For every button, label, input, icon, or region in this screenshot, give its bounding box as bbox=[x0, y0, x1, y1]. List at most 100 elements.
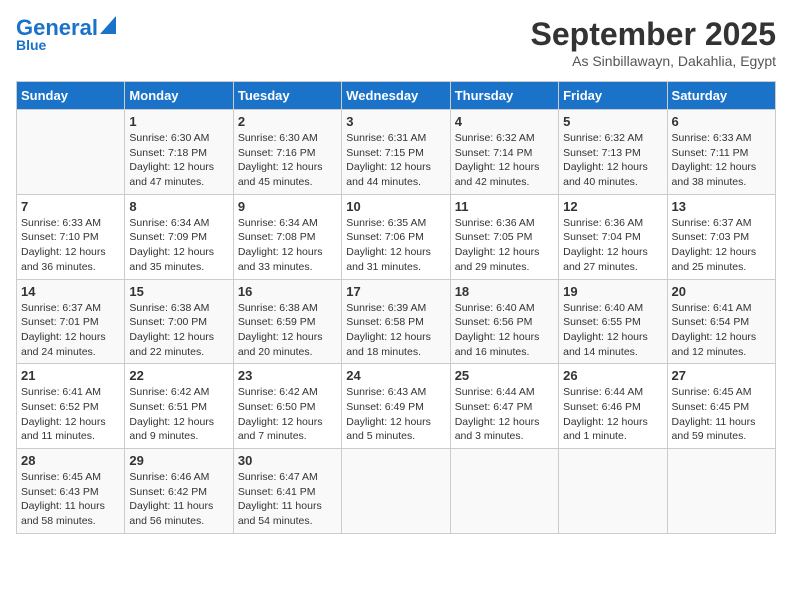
logo-general-text: General bbox=[16, 15, 98, 40]
calendar-cell bbox=[342, 449, 450, 534]
day-number: 20 bbox=[672, 284, 771, 299]
calendar-table: SundayMondayTuesdayWednesdayThursdayFrid… bbox=[16, 81, 776, 534]
calendar-cell bbox=[17, 110, 125, 195]
day-info: Sunrise: 6:34 AM Sunset: 7:08 PM Dayligh… bbox=[238, 216, 337, 275]
day-info: Sunrise: 6:36 AM Sunset: 7:05 PM Dayligh… bbox=[455, 216, 554, 275]
day-number: 16 bbox=[238, 284, 337, 299]
calendar-cell: 14 Sunrise: 6:37 AM Sunset: 7:01 PM Dayli… bbox=[17, 279, 125, 364]
day-number: 12 bbox=[563, 199, 662, 214]
calendar-cell: 4 Sunrise: 6:32 AM Sunset: 7:14 PM Daylig… bbox=[450, 110, 558, 195]
calendar-cell: 12 Sunrise: 6:36 AM Sunset: 7:04 PM Dayli… bbox=[559, 194, 667, 279]
calendar-cell: 29 Sunrise: 6:46 AM Sunset: 6:42 PM Dayli… bbox=[125, 449, 233, 534]
logo: General Blue bbox=[16, 16, 116, 53]
calendar-week-row: 28 Sunrise: 6:45 AM Sunset: 6:43 PM Dayli… bbox=[17, 449, 776, 534]
calendar-cell: 28 Sunrise: 6:45 AM Sunset: 6:43 PM Dayli… bbox=[17, 449, 125, 534]
day-number: 29 bbox=[129, 453, 228, 468]
calendar-cell: 11 Sunrise: 6:36 AM Sunset: 7:05 PM Dayli… bbox=[450, 194, 558, 279]
weekday-header-saturday: Saturday bbox=[667, 82, 775, 110]
calendar-cell: 8 Sunrise: 6:34 AM Sunset: 7:09 PM Daylig… bbox=[125, 194, 233, 279]
calendar-cell: 13Sunrise: 6:37 AM Sunset: 7:03 PM Dayli… bbox=[667, 194, 775, 279]
day-number: 30 bbox=[238, 453, 337, 468]
day-number: 19 bbox=[563, 284, 662, 299]
day-number: 17 bbox=[346, 284, 445, 299]
day-number: 15 bbox=[129, 284, 228, 299]
day-number: 25 bbox=[455, 368, 554, 383]
day-info: Sunrise: 6:33 AM Sunset: 7:10 PM Dayligh… bbox=[21, 216, 120, 275]
calendar-week-row: 7 Sunrise: 6:33 AM Sunset: 7:10 PM Daylig… bbox=[17, 194, 776, 279]
day-info: Sunrise: 6:45 AM Sunset: 6:45 PM Dayligh… bbox=[672, 385, 771, 444]
calendar-cell: 19 Sunrise: 6:40 AM Sunset: 6:55 PM Dayli… bbox=[559, 279, 667, 364]
calendar-cell bbox=[559, 449, 667, 534]
weekday-header-thursday: Thursday bbox=[450, 82, 558, 110]
day-number: 22 bbox=[129, 368, 228, 383]
day-info: Sunrise: 6:41 AM Sunset: 6:54 PM Dayligh… bbox=[672, 301, 771, 360]
day-number: 7 bbox=[21, 199, 120, 214]
calendar-cell: 21Sunrise: 6:41 AM Sunset: 6:52 PM Dayli… bbox=[17, 364, 125, 449]
calendar-cell: 5Sunrise: 6:32 AM Sunset: 7:13 PM Daylig… bbox=[559, 110, 667, 195]
weekday-header-sunday: Sunday bbox=[17, 82, 125, 110]
weekday-header-friday: Friday bbox=[559, 82, 667, 110]
calendar-cell: 26 Sunrise: 6:44 AM Sunset: 6:46 PM Dayli… bbox=[559, 364, 667, 449]
day-info: Sunrise: 6:45 AM Sunset: 6:43 PM Dayligh… bbox=[21, 470, 120, 529]
day-info: Sunrise: 6:32 AM Sunset: 7:13 PM Dayligh… bbox=[563, 131, 662, 190]
weekday-header-monday: Monday bbox=[125, 82, 233, 110]
day-info: Sunrise: 6:46 AM Sunset: 6:42 PM Dayligh… bbox=[129, 470, 228, 529]
logo-triangle-icon bbox=[100, 16, 116, 34]
day-info: Sunrise: 6:35 AM Sunset: 7:06 PM Dayligh… bbox=[346, 216, 445, 275]
calendar-cell bbox=[667, 449, 775, 534]
calendar-header-row: SundayMondayTuesdayWednesdayThursdayFrid… bbox=[17, 82, 776, 110]
day-number: 14 bbox=[21, 284, 120, 299]
calendar-cell: 7 Sunrise: 6:33 AM Sunset: 7:10 PM Daylig… bbox=[17, 194, 125, 279]
day-info: Sunrise: 6:47 AM Sunset: 6:41 PM Dayligh… bbox=[238, 470, 337, 529]
day-number: 18 bbox=[455, 284, 554, 299]
calendar-cell: 27Sunrise: 6:45 AM Sunset: 6:45 PM Dayli… bbox=[667, 364, 775, 449]
calendar-cell: 16Sunrise: 6:38 AM Sunset: 6:59 PM Dayli… bbox=[233, 279, 341, 364]
day-info: Sunrise: 6:37 AM Sunset: 7:01 PM Dayligh… bbox=[21, 301, 120, 360]
day-number: 6 bbox=[672, 114, 771, 129]
calendar-cell: 9 Sunrise: 6:34 AM Sunset: 7:08 PM Daylig… bbox=[233, 194, 341, 279]
day-info: Sunrise: 6:34 AM Sunset: 7:09 PM Dayligh… bbox=[129, 216, 228, 275]
day-number: 23 bbox=[238, 368, 337, 383]
day-info: Sunrise: 6:44 AM Sunset: 6:47 PM Dayligh… bbox=[455, 385, 554, 444]
day-info: Sunrise: 6:30 AM Sunset: 7:18 PM Dayligh… bbox=[129, 131, 228, 190]
day-number: 8 bbox=[129, 199, 228, 214]
day-info: Sunrise: 6:36 AM Sunset: 7:04 PM Dayligh… bbox=[563, 216, 662, 275]
day-info: Sunrise: 6:30 AM Sunset: 7:16 PM Dayligh… bbox=[238, 131, 337, 190]
page-header: General Blue September 2025 As Sinbillaw… bbox=[16, 16, 776, 69]
day-number: 3 bbox=[346, 114, 445, 129]
day-number: 11 bbox=[455, 199, 554, 214]
logo-blue: Blue bbox=[16, 37, 46, 53]
calendar-week-row: 21Sunrise: 6:41 AM Sunset: 6:52 PM Dayli… bbox=[17, 364, 776, 449]
day-info: Sunrise: 6:43 AM Sunset: 6:49 PM Dayligh… bbox=[346, 385, 445, 444]
day-number: 26 bbox=[563, 368, 662, 383]
day-number: 1 bbox=[129, 114, 228, 129]
calendar-cell: 20 Sunrise: 6:41 AM Sunset: 6:54 PM Dayli… bbox=[667, 279, 775, 364]
day-info: Sunrise: 6:40 AM Sunset: 6:56 PM Dayligh… bbox=[455, 301, 554, 360]
day-number: 28 bbox=[21, 453, 120, 468]
calendar-cell: 25 Sunrise: 6:44 AM Sunset: 6:47 PM Dayli… bbox=[450, 364, 558, 449]
calendar-cell: 10 Sunrise: 6:35 AM Sunset: 7:06 PM Dayli… bbox=[342, 194, 450, 279]
day-info: Sunrise: 6:44 AM Sunset: 6:46 PM Dayligh… bbox=[563, 385, 662, 444]
calendar-cell: 3 Sunrise: 6:31 AM Sunset: 7:15 PM Daylig… bbox=[342, 110, 450, 195]
calendar-cell: 18 Sunrise: 6:40 AM Sunset: 6:56 PM Dayli… bbox=[450, 279, 558, 364]
weekday-header-tuesday: Tuesday bbox=[233, 82, 341, 110]
day-info: Sunrise: 6:31 AM Sunset: 7:15 PM Dayligh… bbox=[346, 131, 445, 190]
day-number: 13 bbox=[672, 199, 771, 214]
day-info: Sunrise: 6:42 AM Sunset: 6:50 PM Dayligh… bbox=[238, 385, 337, 444]
day-info: Sunrise: 6:32 AM Sunset: 7:14 PM Dayligh… bbox=[455, 131, 554, 190]
day-info: Sunrise: 6:42 AM Sunset: 6:51 PM Dayligh… bbox=[129, 385, 228, 444]
day-number: 10 bbox=[346, 199, 445, 214]
weekday-header-wednesday: Wednesday bbox=[342, 82, 450, 110]
day-info: Sunrise: 6:33 AM Sunset: 7:11 PM Dayligh… bbox=[672, 131, 771, 190]
calendar-cell: 17Sunrise: 6:39 AM Sunset: 6:58 PM Dayli… bbox=[342, 279, 450, 364]
calendar-cell: 30 Sunrise: 6:47 AM Sunset: 6:41 PM Dayli… bbox=[233, 449, 341, 534]
calendar-cell: 2 Sunrise: 6:30 AM Sunset: 7:16 PM Daylig… bbox=[233, 110, 341, 195]
day-number: 4 bbox=[455, 114, 554, 129]
month-title: September 2025 bbox=[531, 16, 776, 53]
location: As Sinbillawayn, Dakahlia, Egypt bbox=[531, 53, 776, 69]
title-block: September 2025 As Sinbillawayn, Dakahlia… bbox=[531, 16, 776, 69]
calendar-body: 1 Sunrise: 6:30 AM Sunset: 7:18 PM Daylig… bbox=[17, 110, 776, 534]
day-number: 2 bbox=[238, 114, 337, 129]
day-number: 9 bbox=[238, 199, 337, 214]
day-info: Sunrise: 6:40 AM Sunset: 6:55 PM Dayligh… bbox=[563, 301, 662, 360]
